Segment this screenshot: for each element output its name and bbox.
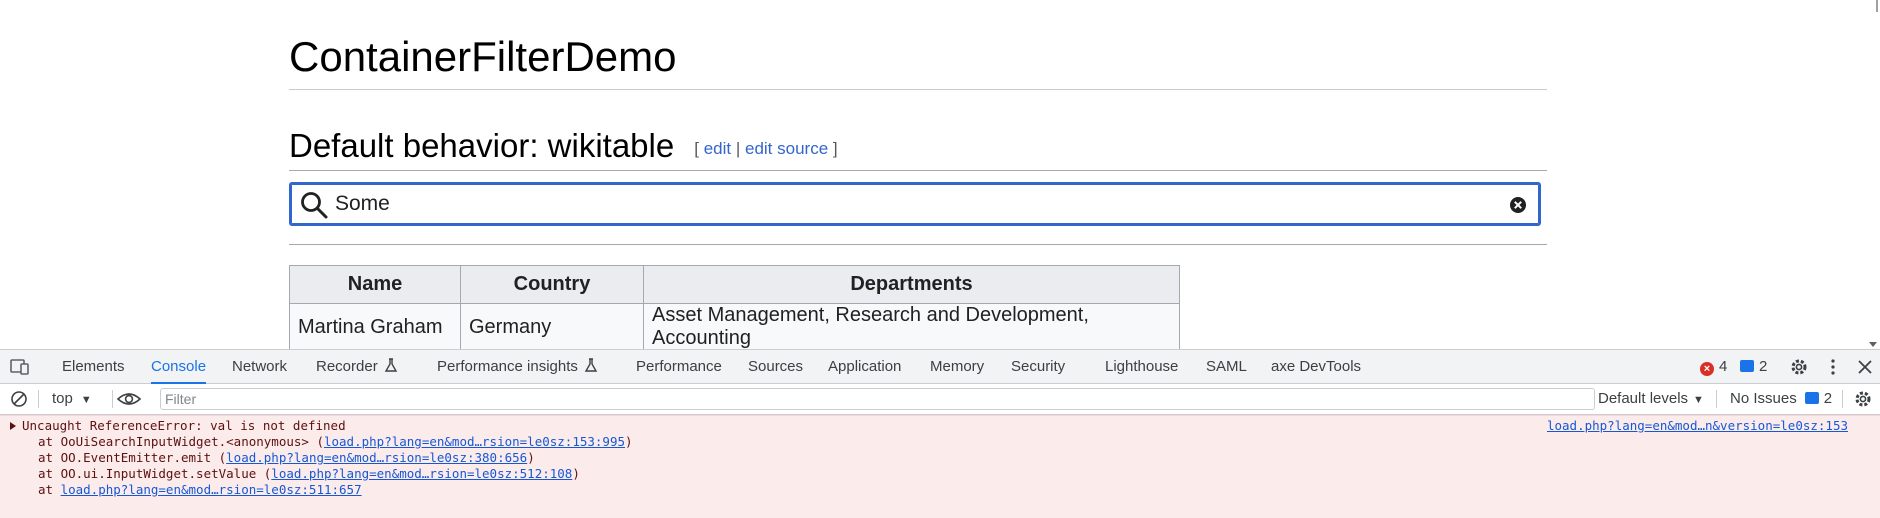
tab-axe-devtools[interactable]: axe DevTools — [1271, 350, 1361, 383]
section-heading-text: Default behavior: wikitable — [289, 127, 675, 164]
stack-frame: at OoUiSearchInputWidget.<anonymous> (lo… — [38, 434, 633, 450]
toolbar-separator — [38, 390, 39, 408]
dropdown-arrow-icon: ▼ — [1693, 394, 1704, 406]
stack-frame-link[interactable]: load.php?lang=en&mod…rsion=le0sz:380:656 — [226, 450, 527, 465]
issues-button[interactable]: No Issues 2 — [1730, 384, 1832, 414]
experiment-flask-icon — [384, 358, 397, 372]
expand-triangle-icon[interactable] — [10, 422, 16, 430]
stack-frame-text: at OO.EventEmitter.emit ( — [38, 450, 227, 465]
toolbar-separator — [1716, 390, 1717, 408]
tab-performance-insights[interactable]: Performance insights — [437, 350, 598, 383]
console-toolbar: top ▼ Default levels ▼ No Issues 2 — [0, 384, 1880, 415]
tab-performance[interactable]: Performance — [636, 350, 722, 383]
devtools-panel: Elements Console Network Recorder Perfor… — [0, 349, 1880, 518]
console-settings-gear-icon[interactable] — [1854, 390, 1872, 408]
search-icon — [301, 192, 328, 219]
page-viewport: ContainerFilterDemo Default behavior: wi… — [0, 0, 1880, 349]
tab-recorder[interactable]: Recorder — [316, 350, 398, 383]
experiment-flask-icon — [584, 358, 598, 372]
dropdown-arrow-icon: ▼ — [80, 394, 92, 406]
log-levels-label: Default levels — [1598, 390, 1689, 407]
tab-recorder-label: Recorder — [316, 358, 378, 375]
context-label: top — [52, 390, 73, 407]
edit-section-links: [ edit | edit source ] — [694, 139, 837, 158]
tab-elements[interactable]: Elements — [62, 350, 125, 383]
section-heading: Default behavior: wikitable [ edit | edit… — [289, 124, 838, 171]
log-levels-dropdown[interactable]: Default levels ▼ — [1598, 384, 1704, 414]
message-count-badge[interactable]: 2 — [1740, 350, 1767, 383]
table-cell-departments: Asset Management, Research and Developme… — [643, 303, 1180, 349]
edit-link[interactable]: edit — [704, 139, 731, 158]
clear-icon[interactable] — [1509, 196, 1527, 214]
toolbar-separator — [1842, 390, 1843, 408]
tab-network[interactable]: Network — [232, 350, 287, 383]
message-icon — [1740, 360, 1754, 372]
search-input[interactable] — [335, 188, 1485, 220]
console-filter-input[interactable] — [160, 388, 1595, 410]
section-divider — [289, 170, 1547, 171]
table-cell-country: Germany — [460, 303, 644, 349]
stack-frame-link[interactable]: load.php?lang=en&mod…rsion=le0sz:153:995 — [324, 434, 625, 449]
message-count: 2 — [1759, 358, 1768, 375]
issues-icon — [1804, 392, 1819, 404]
filter-divider — [289, 244, 1547, 245]
page-title: ContainerFilterDemo — [289, 33, 677, 80]
tab-sources[interactable]: Sources — [748, 350, 803, 383]
stack-frame-text: ) — [625, 434, 633, 449]
column-header-country[interactable]: Country — [460, 265, 644, 304]
error-source-link[interactable]: load.php?lang=en&mod…n&version=le0sz:153 — [1547, 418, 1848, 434]
context-selector[interactable]: top ▼ — [52, 384, 92, 414]
scroll-down-arrow-icon[interactable] — [1869, 342, 1877, 347]
tab-console[interactable]: Console — [151, 350, 207, 384]
stack-frame-link[interactable]: load.php?lang=en&mod…rsion=le0sz:511:657 — [61, 482, 362, 497]
tab-performance-insights-label: Performance insights — [437, 358, 578, 375]
table-header-row: Name Country Departments — [289, 265, 1180, 304]
issues-count: 2 — [1823, 390, 1833, 407]
issues-label: No Issues — [1730, 390, 1797, 407]
search-widget[interactable] — [289, 182, 1541, 226]
table-cell-name: Martina Graham — [289, 303, 461, 349]
column-header-name[interactable]: Name — [289, 265, 461, 304]
title-divider — [289, 89, 1547, 90]
device-toggle-icon[interactable] — [10, 358, 30, 375]
error-message-text: Uncaught ReferenceError: val is not defi… — [22, 418, 346, 433]
settings-gear-icon[interactable] — [1790, 358, 1808, 376]
tab-application[interactable]: Application — [828, 350, 901, 383]
stack-frame-text: ) — [572, 466, 580, 481]
tab-saml[interactable]: SAML — [1206, 350, 1247, 383]
edit-source-link[interactable]: edit source — [745, 139, 828, 158]
error-count: 4 — [1719, 358, 1728, 375]
stack-frame-text: at OoUiSearchInputWidget.<anonymous> ( — [38, 434, 324, 449]
table-row: Martina Graham Germany Asset Management,… — [289, 303, 1180, 349]
scrollbar-thumb[interactable] — [1876, 0, 1878, 12]
stack-frame-text: at OO.ui.InputWidget.setValue ( — [38, 466, 272, 481]
close-devtools-icon[interactable] — [1856, 358, 1874, 376]
more-options-icon[interactable] — [1824, 358, 1842, 376]
devtools-tabbar: Elements Console Network Recorder Perfor… — [0, 350, 1880, 384]
stack-frame-link[interactable]: load.php?lang=en&mod…rsion=le0sz:512:108 — [271, 466, 572, 481]
stack-frame: at OO.ui.InputWidget.setValue (load.php?… — [38, 466, 580, 482]
console-error-message: Uncaught ReferenceError: val is not defi… — [0, 415, 1880, 518]
edit-separator: | — [735, 139, 741, 158]
edit-bracket-open: [ — [694, 139, 699, 158]
tab-memory[interactable]: Memory — [930, 350, 984, 383]
live-expression-eye-icon[interactable] — [116, 390, 142, 408]
error-count-badge[interactable]: × 4 — [1700, 350, 1727, 383]
page-scrollbar[interactable] — [1865, 0, 1880, 349]
stack-frame-text: ) — [527, 450, 535, 465]
stack-frame: at load.php?lang=en&mod…rsion=le0sz:511:… — [38, 482, 362, 498]
toolbar-separator — [112, 390, 113, 408]
error-icon: × — [1700, 362, 1714, 376]
clear-console-icon[interactable] — [10, 390, 28, 408]
wikitable: Name Country Departments Martina Graham … — [289, 265, 1180, 349]
tab-security[interactable]: Security — [1011, 350, 1065, 383]
tab-lighthouse[interactable]: Lighthouse — [1105, 350, 1178, 383]
stack-frame: at OO.EventEmitter.emit (load.php?lang=e… — [38, 450, 535, 466]
column-header-departments[interactable]: Departments — [643, 265, 1180, 304]
stack-frame-text: at — [38, 482, 61, 497]
edit-bracket-close: ] — [832, 139, 838, 158]
